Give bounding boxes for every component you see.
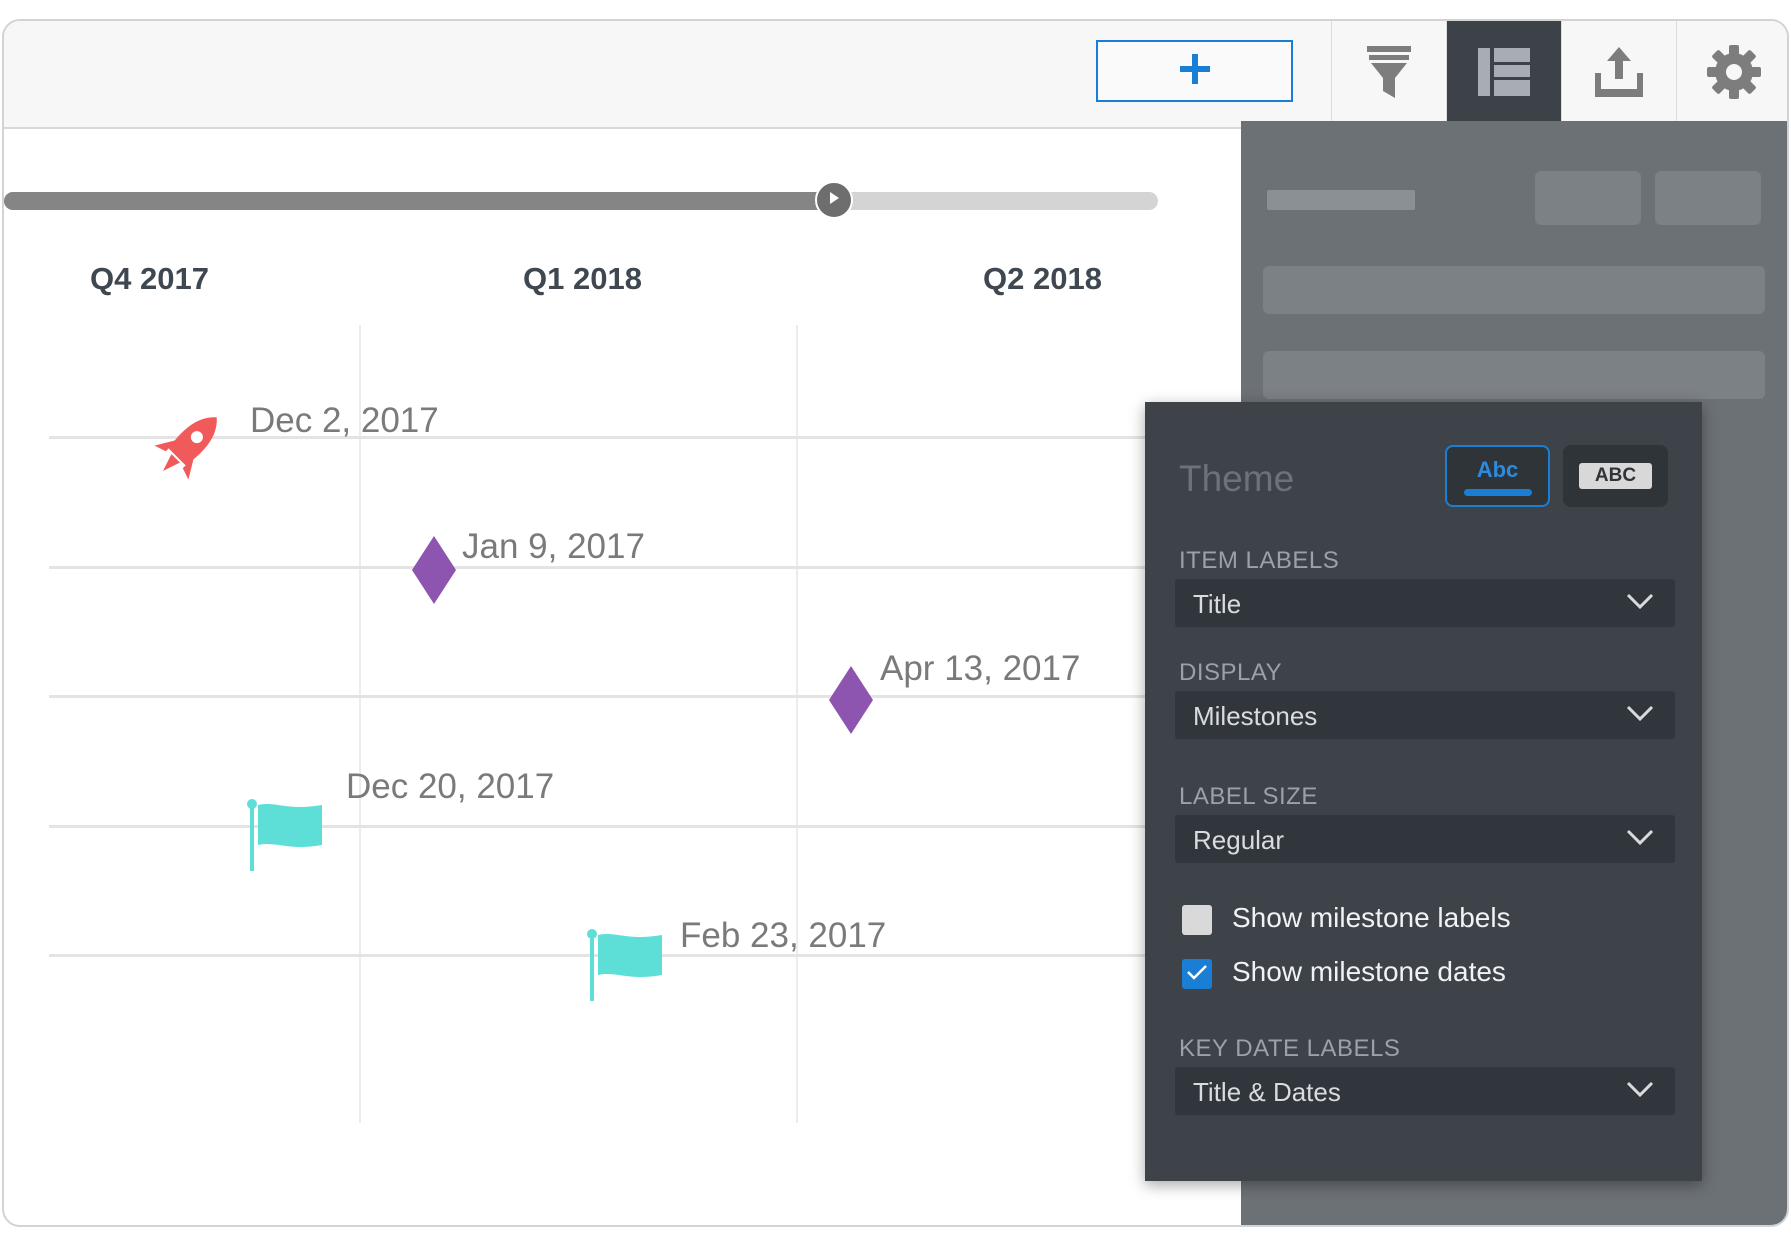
item-labels-value: Title [1193,589,1242,619]
milestone-date-label: Apr 13, 2017 [880,649,1081,688]
label-size-value: Regular [1193,825,1285,855]
grid-line [359,325,361,1123]
milestone-date-label: Feb 23, 2017 [680,916,887,955]
gear-icon [1705,43,1763,106]
chevron-down-icon [1625,1079,1655,1104]
chevron-down-icon [1625,703,1655,728]
key-date-labels-heading: KEY DATE LABELS [1179,1035,1401,1062]
checkbox-checked[interactable] [1182,959,1212,989]
swimlane-line [49,695,1149,698]
placeholder-button [1535,171,1641,225]
app-window: Q4 2017 Q1 2018 Q2 2018 Dec 2, 2017 Jan … [2,19,1789,1227]
flag-icon[interactable] [586,929,666,1006]
scrubber-handle[interactable] [815,181,853,219]
show-milestone-dates-checkbox[interactable]: Show milestone dates [1182,956,1602,991]
quarter-label: Q2 2018 [983,261,1102,296]
display-settings-popup: Theme Abc ABC ITEM LABELS Title DISPLAY … [1145,402,1702,1181]
timeline-scrubber[interactable] [4,192,1158,210]
theme-option-label: Abc [1476,456,1519,482]
theme-option-label: ABC [1578,463,1653,489]
chevron-down-icon [1625,591,1655,616]
selected-indicator [1463,488,1532,496]
funnel-icon [1365,44,1413,105]
upload-icon [1591,45,1647,104]
diamond-icon[interactable] [829,666,873,739]
checkbox-label: Show milestone dates [1232,956,1506,987]
chevron-down-icon [1625,827,1655,852]
theme-option-uppercase[interactable]: ABC [1563,445,1668,507]
placeholder-field [1263,351,1765,399]
checkmark-icon [1186,963,1208,986]
milestone-date-label: Dec 2, 2017 [250,401,439,440]
show-milestone-labels-checkbox[interactable]: Show milestone labels [1182,902,1602,937]
item-labels-select[interactable]: Title [1175,579,1675,627]
flag-icon[interactable] [246,799,326,876]
diamond-icon[interactable] [412,536,456,609]
add-item-button[interactable] [1096,40,1293,102]
key-date-labels-value: Title & Dates [1193,1077,1341,1107]
toolbar [4,21,1787,129]
label-size-select[interactable]: Regular [1175,815,1675,863]
export-button[interactable] [1561,21,1676,127]
quarter-label: Q4 2017 [90,261,209,296]
layout-icon [1476,46,1532,103]
display-value: Milestones [1193,701,1318,731]
display-select[interactable]: Milestones [1175,691,1675,739]
filter-button[interactable] [1331,21,1446,127]
layout-button[interactable] [1446,21,1561,127]
key-date-labels-select[interactable]: Title & Dates [1175,1067,1675,1115]
milestone-date-label: Dec 20, 2017 [346,767,555,806]
item-labels-heading: ITEM LABELS [1179,547,1340,574]
milestone-date-label: Jan 9, 2017 [462,527,645,566]
grid-line [796,325,798,1123]
placeholder-button [1655,171,1761,225]
theme-title: Theme [1179,458,1295,499]
quarter-label: Q1 2018 [523,261,642,296]
display-heading: DISPLAY [1179,659,1283,686]
swimlane-line [49,825,1149,828]
checkbox-label: Show milestone labels [1232,902,1511,933]
plus-icon [1178,52,1212,91]
placeholder-field [1263,266,1765,314]
theme-option-titlecase[interactable]: Abc [1445,445,1550,507]
rocket-icon[interactable] [142,402,232,497]
play-icon [827,191,841,210]
placeholder-bar [1267,190,1415,210]
label-size-heading: LABEL SIZE [1179,783,1318,810]
checkbox-unchecked[interactable] [1182,905,1212,935]
settings-button[interactable] [1676,21,1787,127]
scrubber-progress [4,192,835,210]
